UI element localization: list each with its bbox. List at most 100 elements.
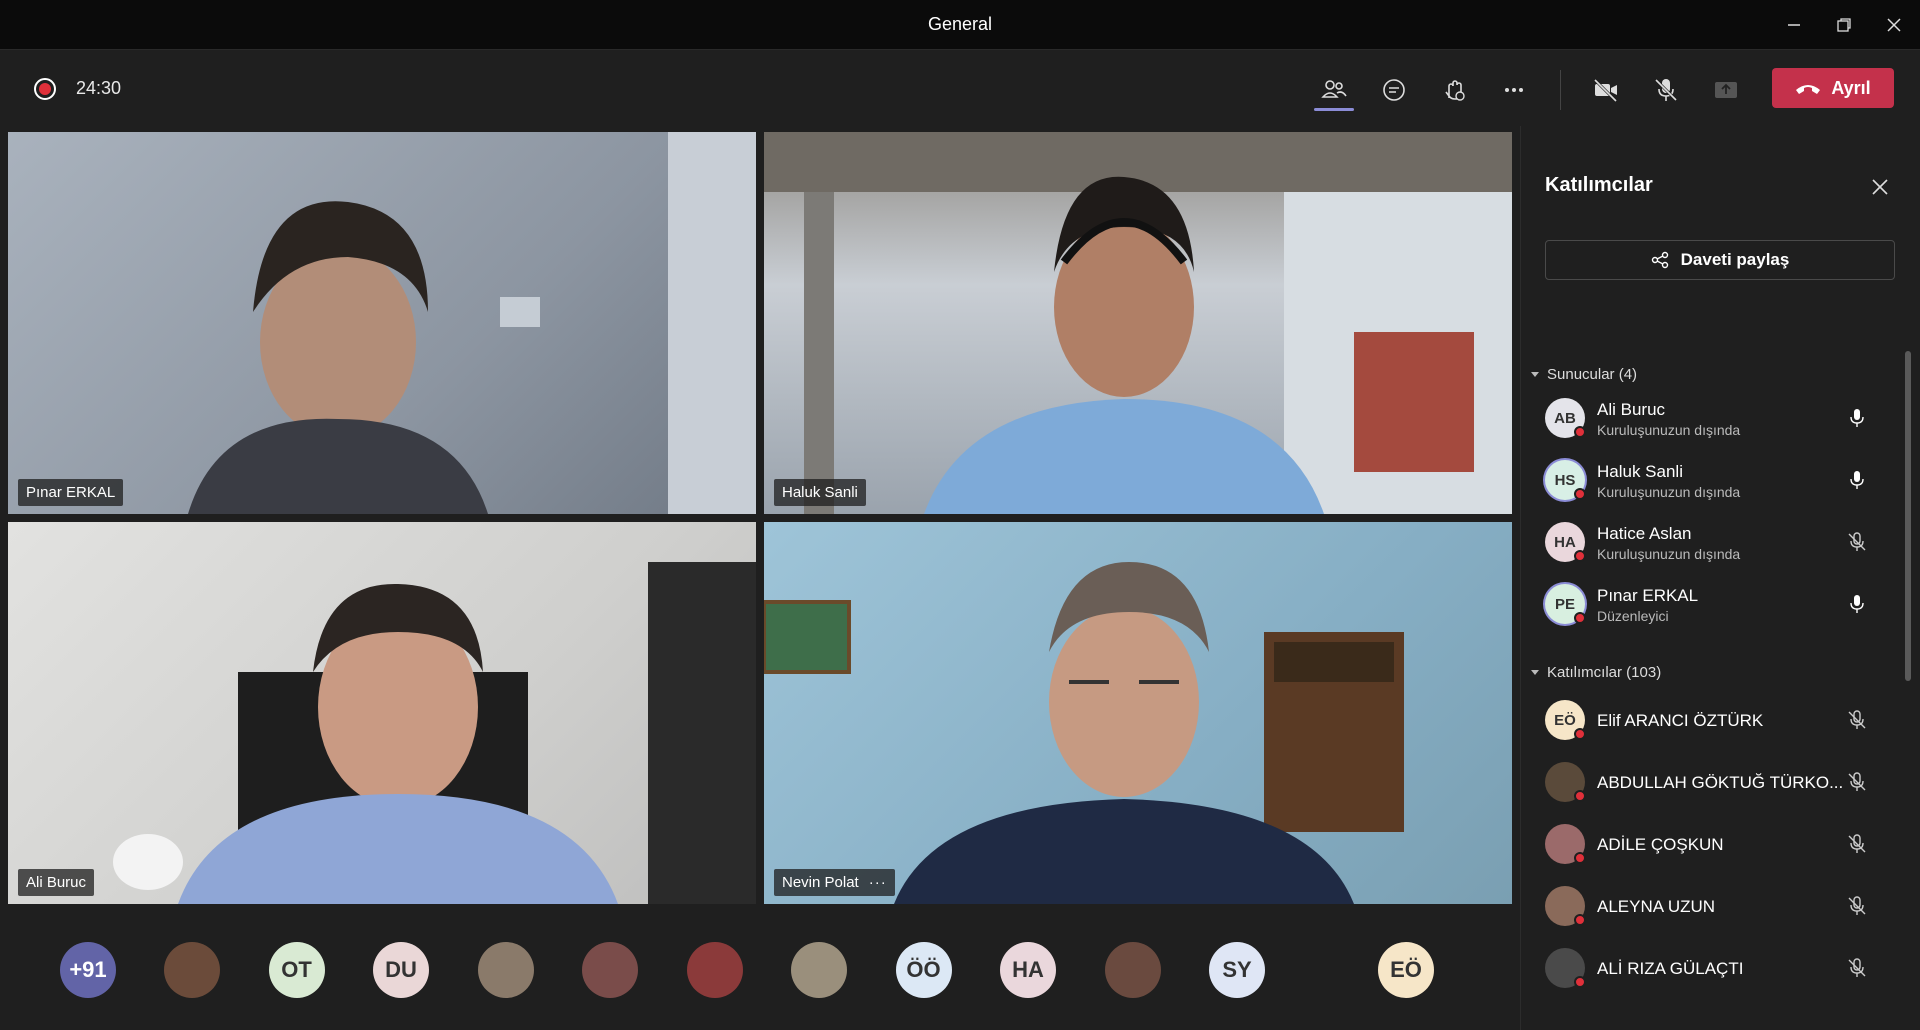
participant-name: ABDULLAH GÖKTUĞ TÜRKO... (1597, 773, 1844, 792)
presence-status-dot (1574, 728, 1586, 740)
presence-status-dot (1574, 612, 1586, 624)
video-tile[interactable]: Ali Buruc (8, 522, 756, 904)
strip-avatar[interactable]: HA (1000, 942, 1056, 998)
presence-status-dot (1574, 790, 1586, 802)
share-invite-label: Daveti paylaş (1680, 250, 1790, 269)
strip-avatar[interactable]: SY (1209, 942, 1265, 998)
share-icon (1651, 251, 1668, 269)
meeting-timer: 24:30 (76, 78, 122, 98)
participant-video (764, 562, 1404, 904)
minimize-icon[interactable] (1766, 0, 1822, 50)
participant-name-label: Nevin Polat ··· (774, 869, 895, 896)
share-tray-icon (1715, 82, 1737, 98)
window-title: General (927, 14, 993, 34)
participant-name: Pınar ERKAL (1597, 586, 1699, 605)
mic-toggle-button[interactable] (1644, 68, 1688, 112)
participant-row[interactable]: ADİLE ÇOŞKUN (1545, 822, 1885, 872)
presenters-header-label: Sunucular (4) (1547, 366, 1638, 383)
participant-name: Elif ARANCI ÖZTÜRK (1597, 711, 1764, 730)
presence-status-dot (1574, 976, 1586, 988)
chevron-down-icon (1531, 372, 1539, 377)
chat-icon (1383, 79, 1405, 101)
overflow-avatar[interactable]: +91 (60, 942, 116, 998)
strip-avatar[interactable] (791, 942, 847, 998)
camera-off-icon (1593, 78, 1618, 103)
participant-row[interactable]: ALİ RIZA GÜLAÇTI (1545, 946, 1885, 996)
participants-button[interactable] (1312, 68, 1356, 112)
toolbar-divider (1560, 70, 1561, 110)
participant-row[interactable]: EÖ Elif ARANCI ÖZTÜRK (1545, 698, 1885, 748)
mic-icon[interactable] (1845, 592, 1869, 616)
leave-button[interactable]: Ayrıl (1772, 68, 1894, 108)
participant-name: Haluk Sanli (1597, 462, 1683, 481)
title-bar: General (0, 0, 1920, 50)
participant-role: Kuruluşunuzun dışında (1597, 546, 1741, 562)
video-tile[interactable]: Haluk Sanli (764, 132, 1512, 514)
share-screen-button[interactable] (1704, 68, 1748, 112)
participant-role: Kuruluşunuzun dışında (1597, 484, 1741, 500)
strip-avatar[interactable] (477, 942, 534, 998)
leave-label: Ayrıl (1831, 77, 1871, 98)
mic-icon[interactable] (1845, 406, 1869, 430)
participant-strip (0, 906, 1518, 1030)
participant-row[interactable]: HS Haluk Sanli Kuruluşunuzun dışında (1545, 458, 1885, 508)
presence-status-dot (1574, 914, 1586, 926)
active-tab-indicator (1314, 108, 1354, 111)
more-icon (1505, 88, 1523, 92)
mic-off-icon[interactable] (1845, 770, 1869, 794)
reactions-button[interactable] (1432, 68, 1476, 112)
mic-off-icon[interactable] (1845, 956, 1869, 980)
attendees-section-header[interactable]: Katılımcılar (103) (1531, 664, 1661, 681)
panel-scrollbar[interactable] (1905, 351, 1911, 681)
strip-avatar[interactable]: OT (268, 942, 325, 998)
recording-icon (34, 78, 56, 100)
share-invite-button[interactable]: Daveti paylaş (1545, 240, 1895, 280)
video-tile[interactable]: Pınar ERKAL (8, 132, 756, 514)
mic-icon[interactable] (1845, 468, 1869, 492)
strip-avatar[interactable] (686, 942, 743, 998)
strip-avatar[interactable] (582, 942, 638, 998)
close-icon[interactable] (1865, 172, 1895, 202)
chat-button[interactable] (1372, 68, 1416, 112)
mic-off-icon[interactable] (1845, 530, 1869, 554)
participant-row[interactable]: HA Hatice Aslan Kuruluşunuzun dışında (1545, 520, 1885, 570)
more-actions-button[interactable] (1492, 68, 1536, 112)
participant-name: ALEYNA UZUN (1597, 897, 1716, 916)
participant-name-label: Haluk Sanli (774, 479, 866, 506)
mic-off-icon[interactable] (1845, 832, 1869, 856)
mic-off-icon[interactable] (1845, 894, 1869, 918)
presence-status-dot (1574, 550, 1586, 562)
strip-avatar[interactable]: DU (373, 942, 429, 998)
participant-name: Hatice Aslan (1597, 524, 1692, 543)
participant-name-label: Pınar ERKAL (18, 479, 124, 506)
participant-row[interactable]: AB Ali Buruc Kuruluşunuzun dışında (1545, 396, 1885, 446)
participant-row[interactable]: PE Pınar ERKAL Düzenleyici (1545, 582, 1885, 632)
strip-avatar[interactable] (164, 942, 220, 998)
people-icon (1321, 80, 1347, 98)
video-tile[interactable]: Nevin Polat ··· (764, 522, 1512, 904)
participant-name: Nevin Polat (782, 874, 859, 891)
presenters-section-header[interactable]: Sunucular (4) (1531, 366, 1637, 383)
self-avatar[interactable]: EÖ (1378, 942, 1434, 998)
mic-off-icon[interactable] (1845, 708, 1869, 732)
participant-role: Düzenleyici (1597, 608, 1669, 624)
raise-hand-icon (1445, 80, 1465, 101)
participant-role: Kuruluşunuzun dışında (1597, 422, 1741, 438)
teams-meeting-window: General 24:30 Ayrıl Pınar ERKAL Haluk Sa… (0, 0, 1920, 1030)
strip-avatar[interactable] (1104, 942, 1161, 998)
participant-name: Ali Buruc (1597, 400, 1666, 419)
restore-icon[interactable] (1816, 0, 1872, 50)
close-window-icon[interactable] (1866, 0, 1920, 50)
participant-video (113, 562, 756, 904)
participant-row[interactable]: ALEYNA UZUN (1545, 884, 1885, 934)
panel-title: Katılımcılar (1545, 174, 1653, 196)
participant-name: ALİ RIZA GÜLAÇTI (1597, 959, 1744, 978)
presence-status-dot (1574, 488, 1586, 500)
strip-avatar[interactable]: ÖÖ (895, 942, 952, 998)
participant-row[interactable]: ABDULLAH GÖKTUĞ TÜRKO... (1545, 760, 1885, 810)
meeting-toolbar: 24:30 Ayrıl (0, 50, 1920, 126)
participant-video (764, 132, 1512, 514)
more-options-icon[interactable]: ··· (869, 874, 887, 891)
camera-toggle-button[interactable] (1584, 68, 1628, 112)
presence-status-dot (1574, 426, 1586, 438)
